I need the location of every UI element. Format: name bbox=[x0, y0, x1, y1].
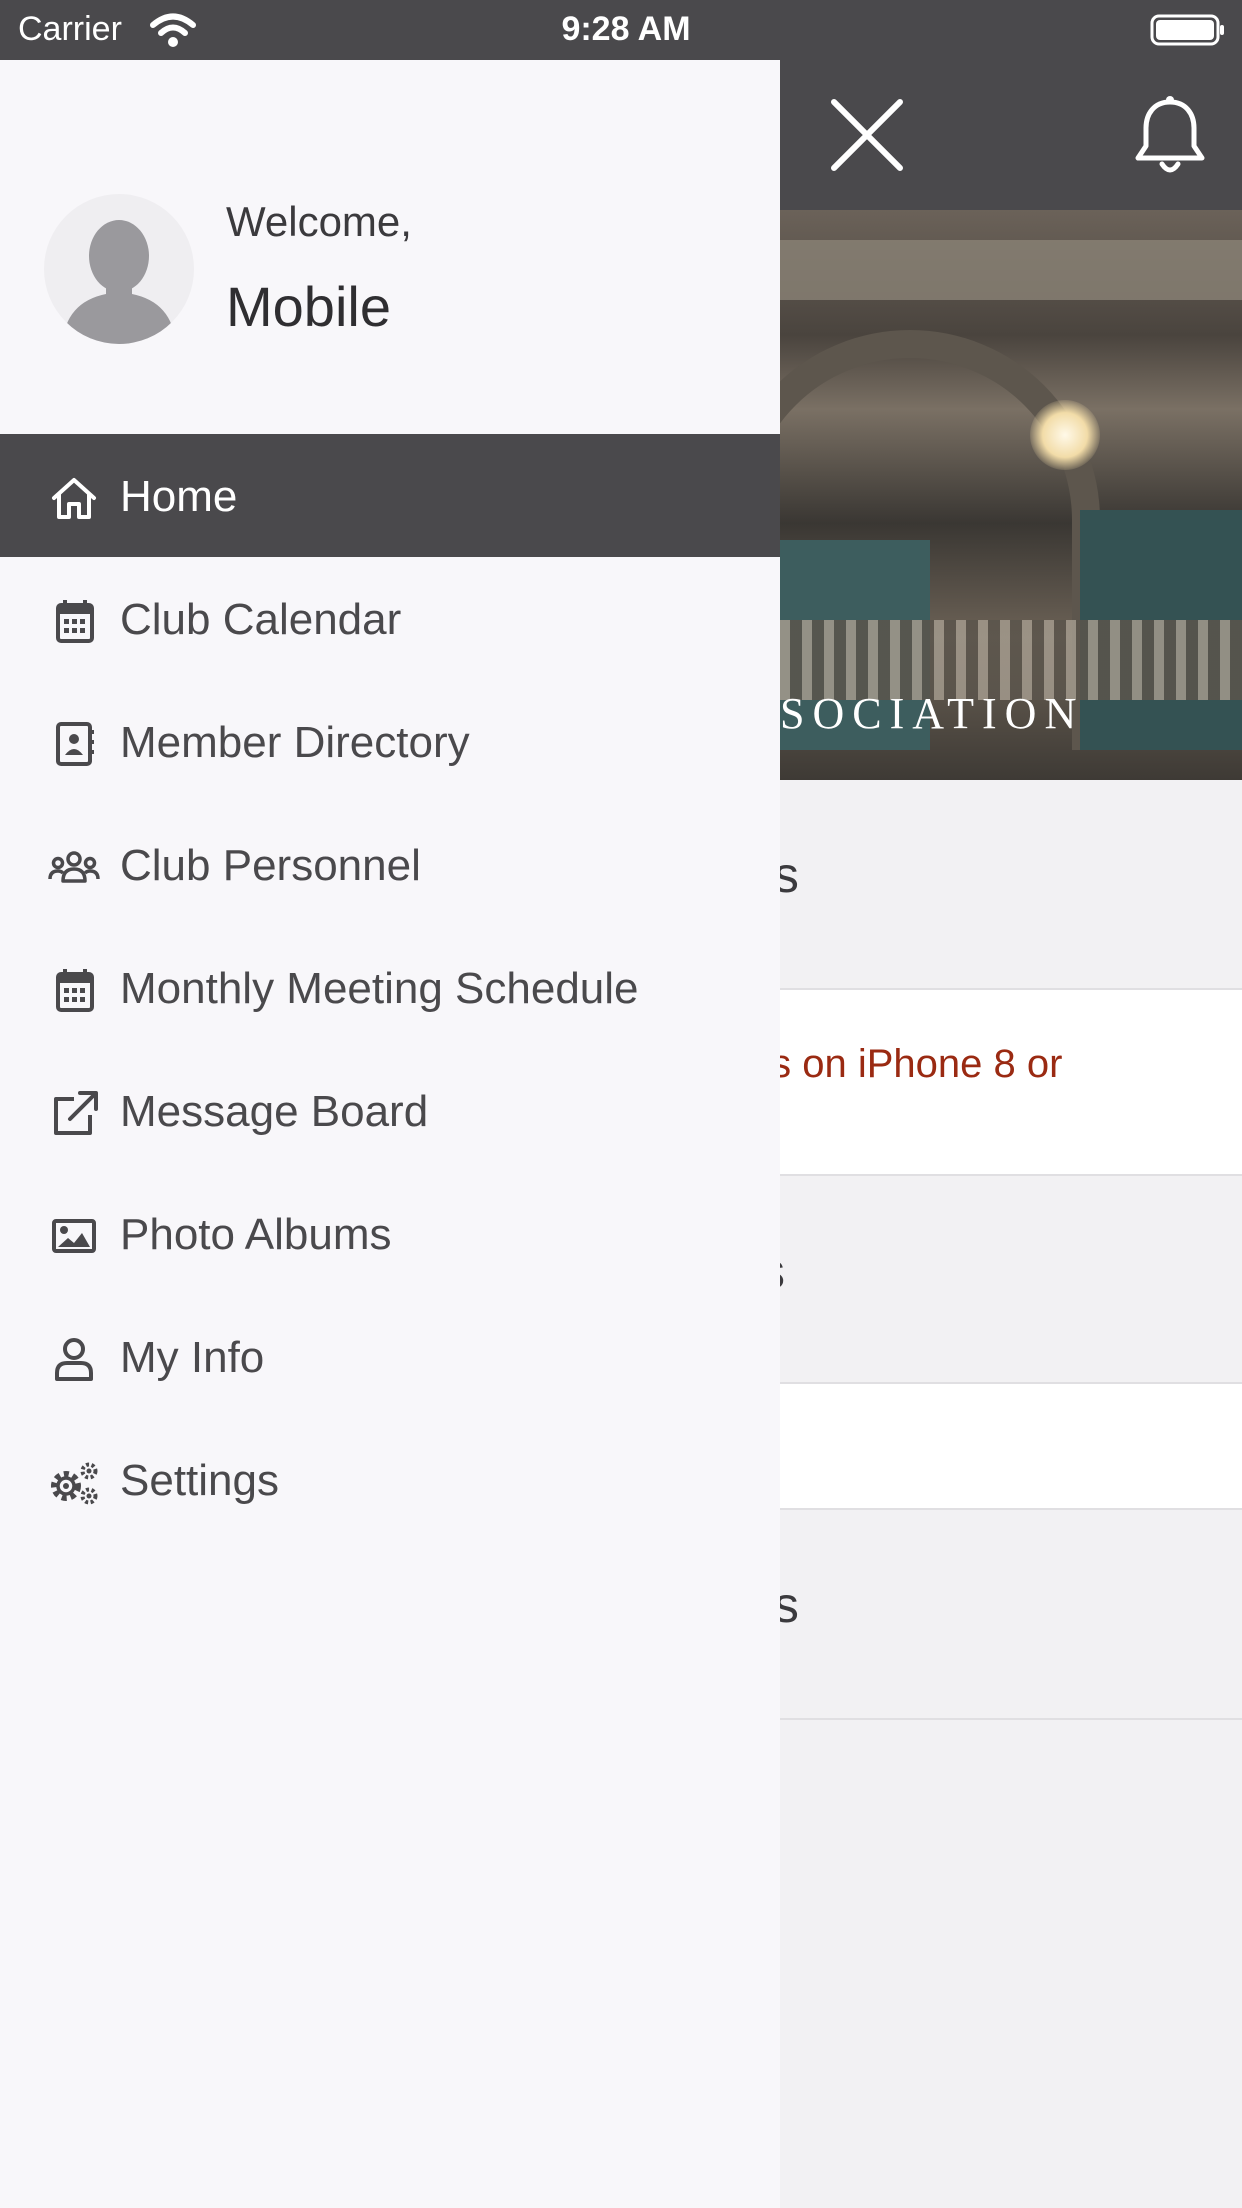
external-link-icon bbox=[54, 1091, 98, 1135]
navigation-drawer: Welcome, Mobile Home Club Calendar Membe… bbox=[0, 60, 780, 2208]
welcome-label: Welcome, bbox=[226, 198, 412, 245]
menu-item-label: Club Personnel bbox=[120, 841, 421, 890]
clock: 9:28 AM bbox=[561, 10, 691, 48]
bell-icon[interactable] bbox=[1132, 94, 1208, 178]
users-icon bbox=[48, 851, 100, 883]
menu-item-monthly-meeting-schedule[interactable]: Monthly Meeting Schedule bbox=[0, 926, 780, 1049]
home-icon bbox=[52, 478, 96, 519]
menu-item-label: Member Directory bbox=[120, 718, 470, 767]
menu-item-label: Monthly Meeting Schedule bbox=[120, 964, 639, 1013]
banner-title: SOCIATION bbox=[780, 689, 1085, 738]
menu-item-member-directory[interactable]: Member Directory bbox=[0, 680, 780, 803]
menu-item-photo-albums[interactable]: Photo Albums bbox=[0, 1172, 780, 1295]
drawer-menu: Home Club Calendar Member Directory Club… bbox=[0, 434, 780, 1541]
menu-item-label: Settings bbox=[120, 1456, 279, 1505]
menu-item-club-calendar[interactable]: Club Calendar bbox=[0, 557, 780, 680]
avatar[interactable] bbox=[44, 194, 194, 344]
gears-icon bbox=[51, 1462, 98, 1505]
menu-item-settings[interactable]: Settings bbox=[0, 1418, 780, 1541]
menu-item-label: Photo Albums bbox=[120, 1210, 392, 1259]
calendar-icon bbox=[56, 969, 94, 1012]
menu-item-label: Message Board bbox=[120, 1087, 429, 1136]
menu-item-label: Club Calendar bbox=[120, 595, 402, 644]
contact-book-icon bbox=[56, 722, 94, 766]
battery-icon bbox=[1150, 14, 1224, 46]
user-icon bbox=[55, 1338, 93, 1381]
calendar-icon bbox=[56, 600, 94, 643]
image-icon bbox=[52, 1219, 96, 1253]
menu-item-my-info[interactable]: My Info bbox=[0, 1295, 780, 1418]
close-icon[interactable] bbox=[828, 96, 906, 174]
menu-item-label: My Info bbox=[120, 1333, 265, 1382]
banner-light-flare bbox=[1030, 400, 1100, 470]
username: Mobile bbox=[226, 275, 391, 338]
banner-stonework bbox=[780, 240, 1242, 300]
status-bar: Carrier 9:28 AM bbox=[0, 0, 1242, 60]
menu-item-home[interactable]: Home bbox=[0, 434, 780, 557]
menu-item-label: Home bbox=[120, 472, 238, 521]
menu-item-club-personnel[interactable]: Club Personnel bbox=[0, 803, 780, 926]
alert-message: ıs on iPhone 8 or bbox=[760, 1042, 1063, 1086]
user-silhouette-icon bbox=[62, 220, 176, 344]
menu-item-message-board[interactable]: Message Board bbox=[0, 1049, 780, 1172]
